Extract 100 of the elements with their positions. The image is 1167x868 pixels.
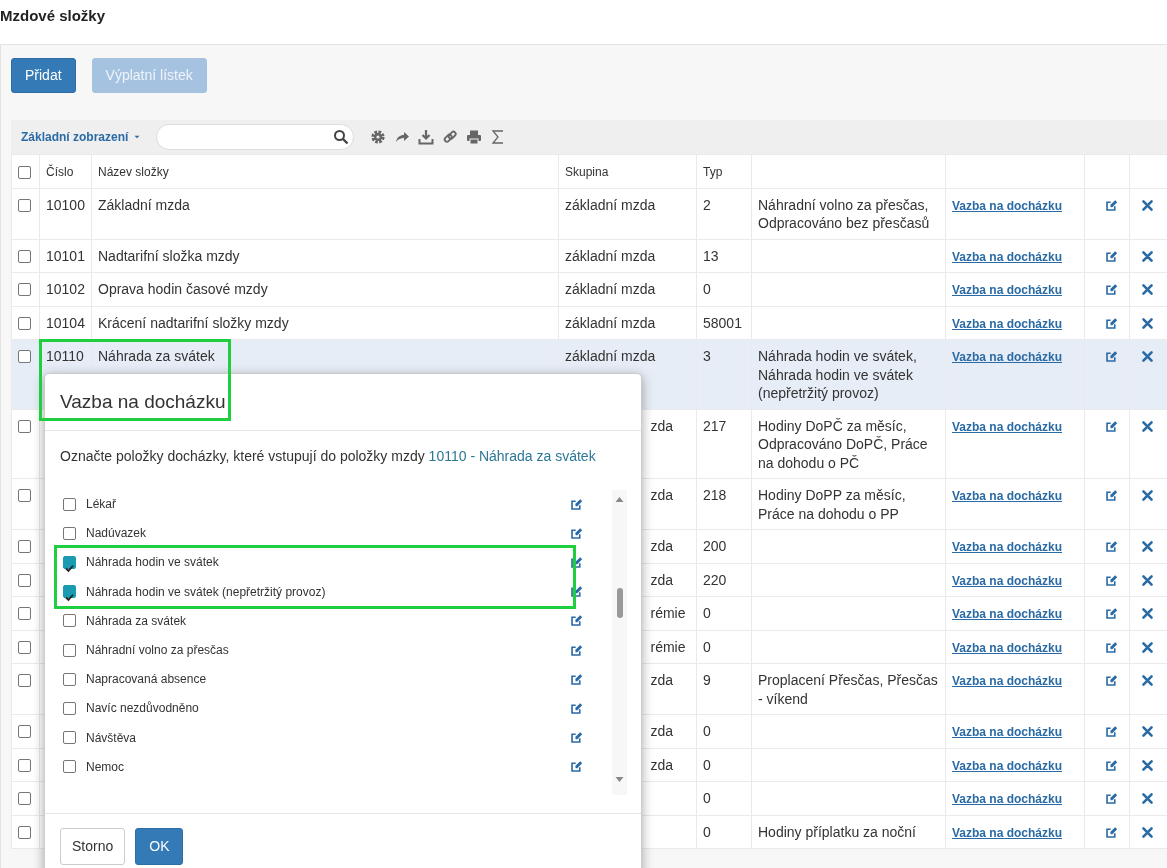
edit-icon[interactable] [570, 497, 583, 511]
table-cell: Náhradní volno za přesčas, Odpracováno bez přesčasů [758, 196, 930, 231]
attendance-item-label[interactable]: Napracovaná absence [86, 670, 570, 689]
checkbox[interactable] [63, 643, 76, 657]
scrollbar[interactable] [612, 489, 627, 795]
delete-icon[interactable] [1141, 640, 1154, 654]
column-header: Skupina [558, 154, 697, 188]
edit-icon[interactable] [1105, 249, 1118, 263]
checkbox[interactable] [18, 283, 31, 296]
checkbox[interactable] [18, 725, 31, 738]
delete-icon[interactable] [1141, 249, 1154, 263]
search-icon[interactable] [333, 129, 350, 145]
attendance-item-label[interactable]: Navíc nezdůvodněno [86, 699, 570, 718]
view-dropdown[interactable]: Základní zobrazení [21, 128, 143, 146]
delete-icon[interactable] [1141, 825, 1154, 839]
table-cell: 10101 [46, 247, 85, 264]
attendance-link[interactable]: Vazba na docházku [952, 350, 1063, 364]
edit-icon[interactable] [1105, 792, 1118, 805]
edit-icon[interactable] [1105, 825, 1118, 839]
edit-icon[interactable] [1105, 607, 1118, 620]
column-header: Číslo [39, 154, 92, 188]
table-cell: Náhrada za svátek [98, 348, 215, 364]
delete-icon[interactable] [1141, 607, 1154, 620]
settings-icon[interactable] [370, 129, 387, 145]
checkbox[interactable] [18, 607, 31, 620]
cancel-button[interactable]: Storno [60, 827, 126, 865]
attendance-item-label[interactable]: Náhradní volno za přesčas [86, 641, 570, 660]
table-cell: 0 [703, 638, 711, 655]
checkbox[interactable] [63, 585, 76, 599]
attendance-item-label[interactable]: Náhrada hodin ve svátek [86, 553, 570, 572]
edit-icon[interactable] [1105, 316, 1118, 330]
checkbox[interactable] [18, 792, 31, 805]
edit-icon[interactable] [1105, 540, 1118, 553]
edit-icon[interactable] [1105, 350, 1118, 363]
checkbox[interactable] [63, 497, 76, 511]
checkbox[interactable] [63, 731, 76, 745]
delete-icon[interactable] [1141, 489, 1154, 502]
delete-icon[interactable] [1141, 350, 1154, 363]
checkbox[interactable] [18, 825, 31, 839]
edit-icon[interactable] [1105, 283, 1118, 296]
checkbox[interactable] [63, 614, 76, 628]
download-icon[interactable] [418, 129, 435, 145]
attendance-item-label[interactable]: Nadúvazek [86, 524, 570, 543]
checkbox[interactable] [18, 640, 31, 654]
edit-icon[interactable] [570, 526, 583, 540]
edit-icon[interactable] [570, 731, 583, 745]
edit-icon[interactable] [1105, 198, 1118, 212]
delete-icon[interactable] [1141, 198, 1154, 212]
edit-icon[interactable] [570, 760, 583, 774]
edit-icon[interactable] [570, 555, 583, 569]
edit-icon[interactable] [570, 614, 583, 628]
edit-icon[interactable] [1105, 640, 1118, 654]
delete-icon[interactable] [1141, 316, 1154, 330]
checkbox[interactable] [18, 674, 31, 687]
checkbox[interactable] [18, 419, 31, 433]
delete-icon[interactable] [1141, 725, 1154, 738]
checkbox[interactable] [18, 758, 31, 772]
delete-icon[interactable] [1141, 573, 1154, 587]
checkbox[interactable] [18, 249, 31, 263]
link-icon[interactable] [442, 129, 459, 145]
edit-icon[interactable] [1105, 419, 1118, 433]
ok-button[interactable]: OK [135, 827, 184, 865]
delete-icon[interactable] [1141, 419, 1154, 433]
edit-icon[interactable] [1105, 674, 1118, 687]
checkbox[interactable] [18, 198, 31, 212]
checkbox[interactable] [18, 489, 31, 502]
delete-icon[interactable] [1141, 792, 1154, 805]
edit-icon[interactable] [570, 701, 583, 715]
delete-icon[interactable] [1141, 758, 1154, 772]
checkbox[interactable] [63, 701, 76, 715]
edit-icon[interactable] [570, 643, 583, 657]
edit-icon[interactable] [1105, 489, 1118, 502]
checkbox[interactable] [63, 760, 76, 774]
edit-icon[interactable] [570, 672, 583, 686]
edit-icon[interactable] [1105, 573, 1118, 587]
checkbox[interactable] [18, 316, 31, 330]
edit-icon[interactable] [570, 585, 583, 599]
checkbox[interactable] [18, 540, 31, 553]
delete-icon[interactable] [1141, 283, 1154, 296]
attendance-item-label[interactable]: Lékař [86, 495, 570, 514]
checkbox[interactable] [63, 526, 76, 540]
checkbox[interactable] [18, 350, 31, 363]
delete-icon[interactable] [1141, 674, 1154, 687]
edit-icon[interactable] [1105, 725, 1118, 738]
attendance-item-label[interactable]: Náhrada hodin ve svátek (nepřetržitý provoz) [86, 582, 570, 601]
attendance-item-label[interactable]: Náhrada za svátek [86, 611, 570, 630]
attendance-item-label[interactable]: Nemoc [86, 757, 570, 776]
payroll-item-link[interactable]: 10110 - Náhrada za svátek [428, 447, 596, 464]
add-button[interactable]: Přidat [11, 58, 76, 93]
delete-icon[interactable] [1141, 540, 1154, 553]
table-cell: 2 [703, 196, 711, 213]
checkbox[interactable] [18, 573, 31, 587]
edit-icon[interactable] [1105, 758, 1118, 772]
checkbox[interactable] [63, 672, 76, 686]
print-icon[interactable] [466, 129, 483, 145]
checkbox[interactable] [18, 166, 31, 179]
table-cell: Oprava hodin časové mzdy [98, 281, 268, 297]
attendance-item-label[interactable]: Návštěva [86, 728, 570, 747]
attendance-link[interactable]: Vazba na docházku [952, 419, 1063, 434]
search-field[interactable] [156, 124, 355, 150]
